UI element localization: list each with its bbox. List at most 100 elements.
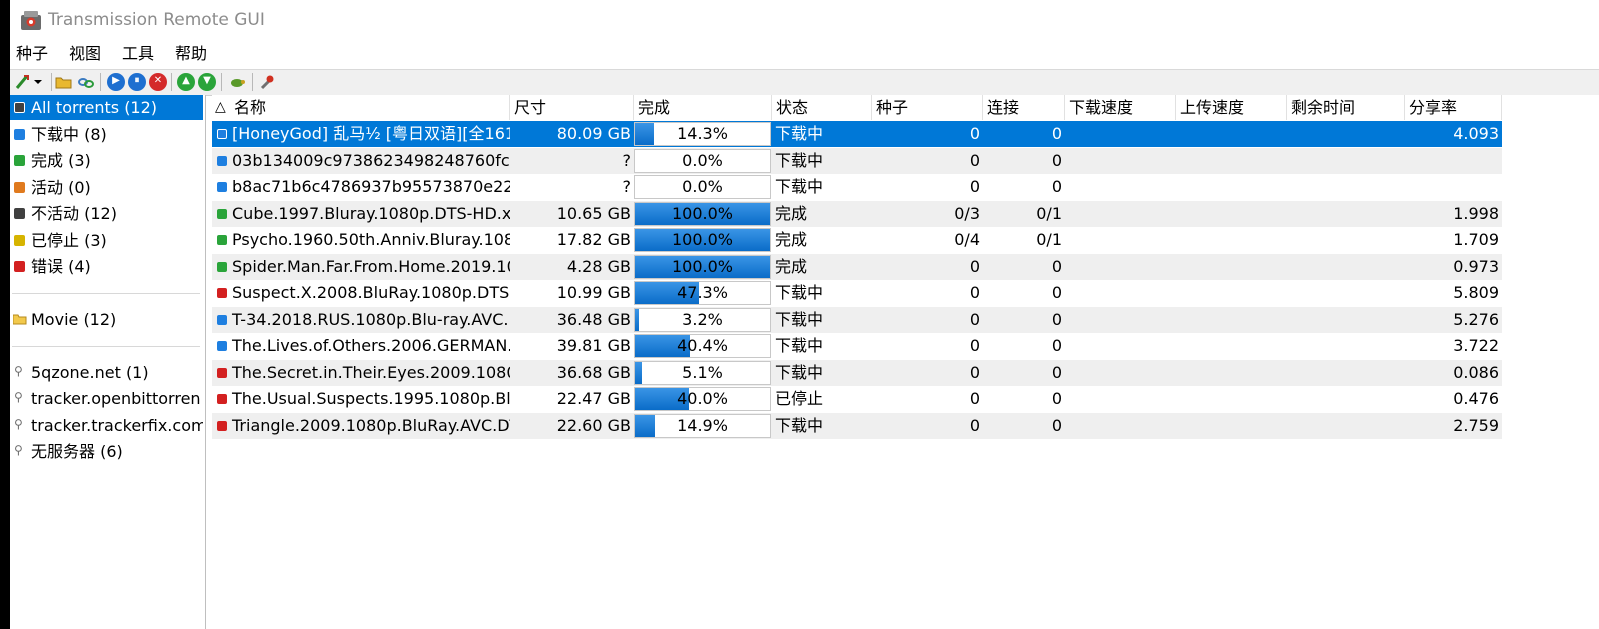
- sidebar-item-folder-movie[interactable]: Movie (12): [10, 307, 203, 332]
- turtle-mode-icon[interactable]: [228, 73, 246, 91]
- sidebar-item-active[interactable]: 活动 (0): [10, 175, 203, 200]
- cell-ratio: 0.476: [1453, 389, 1499, 408]
- cell-eta: [1287, 307, 1405, 333]
- add-link-icon[interactable]: [77, 73, 95, 91]
- menu-help[interactable]: 帮助: [175, 44, 207, 64]
- column-header-name[interactable]: △ 名称: [212, 95, 510, 120]
- active-icon: [14, 182, 25, 193]
- column-header-done[interactable]: 完成: [634, 95, 772, 120]
- column-header-down-speed[interactable]: 下载速度: [1065, 95, 1176, 120]
- sidebar-item-inactive[interactable]: 不活动 (12): [10, 201, 203, 226]
- sidebar-item-tracker[interactable]: ⚲ tracker.openbittorren: [10, 386, 203, 411]
- filter-sidebar: All torrents (12) 下载中 (8) 完成 (3) 活动 (0) …: [10, 95, 206, 629]
- cell-eta: [1287, 174, 1405, 200]
- progress-bar: 100.0%: [634, 201, 771, 226]
- chevron-down-icon[interactable]: [32, 73, 44, 91]
- cell-up-speed: [1176, 307, 1287, 333]
- sidebar-item-tracker[interactable]: ⚲ tracker.trackerfix.com: [10, 413, 203, 438]
- error-icon: [217, 288, 227, 298]
- sidebar-item-downloading[interactable]: 下载中 (8): [10, 122, 203, 147]
- sidebar-item-tracker[interactable]: ⚲ 5qzone.net (1): [10, 360, 203, 385]
- table-row[interactable]: T-34.2018.RUS.1080p.Blu-ray.AVC.D 36.48 G…: [212, 306, 1502, 333]
- cell-seeds: 0: [969, 389, 980, 408]
- cell-seeds: 0: [969, 177, 980, 196]
- cell-eta: [1287, 333, 1405, 359]
- progress-text: 100.0%: [671, 230, 733, 249]
- cell-peers: 0/1: [1036, 203, 1062, 223]
- column-header-ratio[interactable]: 分享率: [1405, 95, 1502, 120]
- cell-name: T-34.2018.RUS.1080p.Blu-ray.AVC.D: [212, 307, 510, 333]
- cell-down-speed: [1065, 254, 1176, 280]
- cell-size: ?: [622, 177, 632, 196]
- sidebar-item-tracker[interactable]: ⚲ 无服务器 (6): [10, 439, 203, 464]
- cell-down-speed: [1065, 121, 1176, 147]
- progress-bar: 40.4%: [634, 334, 771, 358]
- cell-seeds: 0/3: [954, 203, 980, 223]
- menu-torrent[interactable]: 种子: [16, 44, 48, 64]
- downloading-icon: [14, 129, 25, 140]
- cell-ratio: 1.709: [1453, 230, 1499, 249]
- window-title: Transmission Remote GUI: [48, 10, 265, 30]
- open-folder-icon[interactable]: [55, 73, 73, 91]
- settings-wrench-icon[interactable]: [258, 73, 276, 91]
- table-row[interactable]: Suspect.X.2008.BluRay.1080p.DTS.2 10.99 G…: [212, 280, 1502, 306]
- cell-ratio: 1.998: [1453, 203, 1499, 223]
- cell-eta: [1287, 121, 1405, 147]
- torrent-list: △ 名称 尺寸 完成 状态 种子 连接 下载速度 上传速度 剩余时间 分享率 […: [212, 95, 1599, 629]
- column-header-seeds[interactable]: 种子: [872, 95, 983, 120]
- cell-up-speed: [1176, 386, 1287, 412]
- menu-view[interactable]: 视图: [69, 44, 101, 64]
- table-row[interactable]: [HoneyGod] 乱马½ [粤日双语][全161 80.09 GB 14.3% 下…: [212, 121, 1502, 147]
- column-header-eta[interactable]: 剩余时间: [1287, 95, 1405, 120]
- cell-name: Spider.Man.Far.From.Home.2019.10: [212, 254, 510, 280]
- progress-text: 40.0%: [677, 389, 728, 408]
- table-row[interactable]: The.Lives.of.Others.2006.GERMAN.1 39.81 G…: [212, 333, 1502, 359]
- pause-icon[interactable]: ⏸: [128, 73, 146, 91]
- table-row[interactable]: Psycho.1960.50th.Anniv.Bluray.1080 17.82 …: [212, 227, 1502, 253]
- table-row[interactable]: 03b134009c9738623498248760fcf? 0.0% 下载中 0 0: [212, 147, 1502, 174]
- cell-seeds: 0: [969, 124, 980, 143]
- column-header-up-speed[interactable]: 上传速度: [1176, 95, 1287, 120]
- table-row[interactable]: The.Secret.in.Their.Eyes.2009.1080p 36.68…: [212, 359, 1502, 386]
- cell-seeds: 0: [969, 256, 980, 276]
- cell-ratio: 5.276: [1453, 309, 1499, 329]
- table-row[interactable]: The.Usual.Suspects.1995.1080p.Blu 22.47 G…: [212, 386, 1502, 412]
- move-up-icon[interactable]: ▲: [177, 73, 195, 91]
- sidebar-item-error[interactable]: 错误 (4): [10, 254, 203, 279]
- completed-icon: [14, 155, 25, 166]
- cell-down-speed: [1065, 280, 1176, 306]
- table-row[interactable]: b8ac71b6c4786937b95573870e22? 0.0% 下载中 0 0: [212, 174, 1502, 200]
- cell-eta: [1287, 227, 1405, 253]
- tracker-icon: ⚲: [14, 364, 23, 378]
- cell-ratio: 2.759: [1453, 415, 1499, 435]
- add-torrent-icon[interactable]: [14, 73, 32, 91]
- cell-up-speed: [1176, 254, 1287, 280]
- transmission-logo-icon: [21, 11, 41, 30]
- menu-tools[interactable]: 工具: [122, 44, 154, 64]
- cell-down-speed: [1065, 227, 1176, 253]
- progress-text: 40.4%: [677, 336, 728, 355]
- column-header-status[interactable]: 状态: [772, 95, 872, 120]
- cell-status: 下载中: [775, 362, 824, 382]
- cell-ratio: 3.722: [1453, 336, 1499, 355]
- cell-down-speed: [1065, 307, 1176, 333]
- table-row[interactable]: Triangle.2009.1080p.BluRay.AVC.DT 22.60 G…: [212, 412, 1502, 439]
- tracker-icon: ⚲: [14, 390, 23, 404]
- sidebar-item-all[interactable]: All torrents (12): [10, 95, 203, 120]
- tracker-icon: ⚲: [14, 443, 23, 457]
- sidebar-item-completed[interactable]: 完成 (3): [10, 148, 203, 173]
- column-header-peers[interactable]: 连接: [983, 95, 1065, 120]
- cell-seeds: 0: [969, 362, 980, 382]
- cell-peers: 0/1: [1036, 230, 1062, 249]
- move-down-icon[interactable]: ▼: [198, 73, 216, 91]
- cell-peers: 0: [1051, 150, 1062, 170]
- cell-eta: [1287, 360, 1405, 386]
- remove-icon[interactable]: ✕: [149, 73, 167, 91]
- table-row[interactable]: Cube.1997.Bluray.1080p.DTS-HD.x2 10.65 GB…: [212, 200, 1502, 227]
- cell-name: The.Usual.Suspects.1995.1080p.Blu: [212, 386, 510, 412]
- table-row[interactable]: Spider.Man.Far.From.Home.2019.10 4.28 GB 1…: [212, 253, 1502, 280]
- app-window: Transmission Remote GUI 种子 视图 工具 帮助 ▶ ⏸ …: [10, 0, 1599, 629]
- sidebar-item-stopped[interactable]: 已停止 (3): [10, 228, 203, 253]
- start-icon[interactable]: ▶: [107, 73, 125, 91]
- column-header-size[interactable]: 尺寸: [510, 95, 634, 120]
